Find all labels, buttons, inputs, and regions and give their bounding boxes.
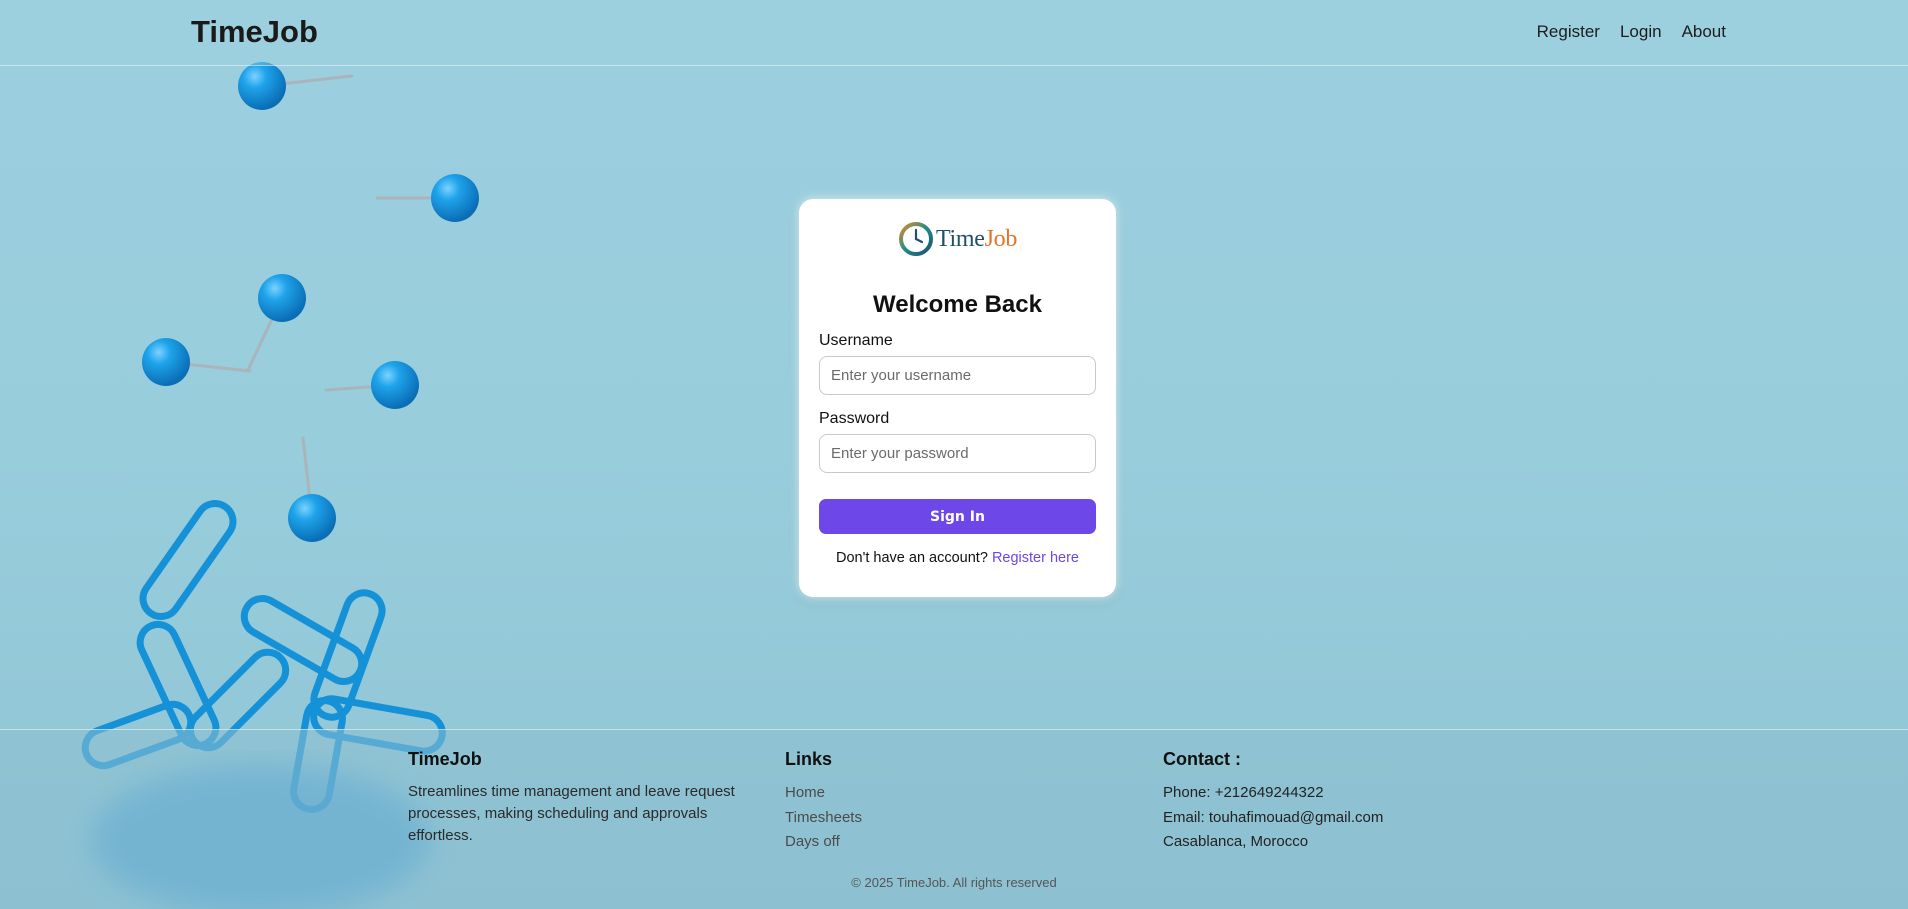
register-prompt: Don't have an account? Register here <box>819 550 1096 566</box>
clock-logo-icon <box>898 222 933 256</box>
footer-links: Links Home Timesheets Days off <box>785 749 862 855</box>
nav-about-link[interactable]: About <box>1682 22 1726 42</box>
brand-logo-link[interactable]: TimeJob <box>191 14 318 50</box>
page-footer: TimeJob Streamlines time management and … <box>0 729 1908 909</box>
footer-about: TimeJob Streamlines time management and … <box>408 749 758 847</box>
footer-link-timesheets[interactable]: Timesheets <box>785 806 862 831</box>
footer-link-home[interactable]: Home <box>785 781 862 806</box>
register-here-link[interactable]: Register here <box>992 550 1079 566</box>
register-prompt-text: Don't have an account? <box>836 550 988 566</box>
timejob-logo: TimeJob <box>819 219 1096 259</box>
nav-login-link[interactable]: Login <box>1620 22 1662 42</box>
footer-links-title: Links <box>785 749 833 769</box>
footer-contact-phone: Phone: +212649244322 <box>1163 784 1324 801</box>
top-navbar: TimeJob Register Login About <box>0 0 1908 66</box>
username-input[interactable] <box>819 356 1096 395</box>
nav-register-link[interactable]: Register <box>1537 22 1600 42</box>
logo-time-text: Time <box>935 225 985 252</box>
nav-links: Register Login About <box>1537 22 1726 42</box>
footer-about-title: TimeJob <box>408 749 482 769</box>
username-label: Username <box>819 332 893 349</box>
copyright-text: © 2025 TimeJob. All rights reserved <box>851 875 1057 890</box>
login-card: TimeJob Welcome Back Username Password S… <box>799 199 1116 597</box>
footer-about-description: Streamlines time management and leave re… <box>408 783 735 844</box>
footer-link-days-off[interactable]: Days off <box>785 830 862 855</box>
logo-job-text: Job <box>984 225 1018 252</box>
sign-in-button[interactable]: Sign In <box>819 499 1096 534</box>
footer-contact-title: Contact : <box>1163 749 1241 769</box>
welcome-title: Welcome Back <box>873 291 1042 318</box>
footer-contact-address: Casablanca, Morocco <box>1163 833 1309 850</box>
password-label: Password <box>819 410 890 427</box>
password-input[interactable] <box>819 434 1096 473</box>
footer-contact-email: Email: touhafimouad@gmail.com <box>1163 808 1384 826</box>
footer-contact: Contact : Phone: +212649244322 Email: to… <box>1163 749 1383 855</box>
logo-wordmark: TimeJob <box>936 226 1017 253</box>
